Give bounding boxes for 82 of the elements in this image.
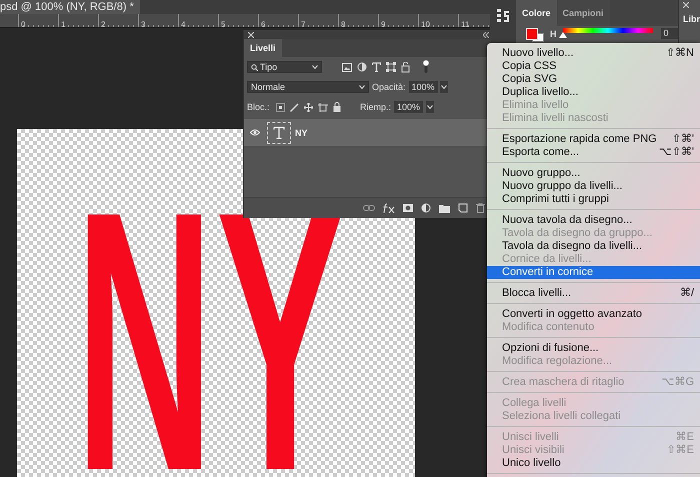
layer-name: NY xyxy=(295,128,308,138)
folder-icon[interactable] xyxy=(439,204,450,212)
shortcut-label: ⇧⌘' xyxy=(672,133,694,146)
menu-item[interactable]: Comprimi tutti i gruppi xyxy=(487,193,700,206)
checker-icon[interactable] xyxy=(276,102,285,112)
panel-tab[interactable]: Campioni xyxy=(556,0,610,26)
hue-label: H xyxy=(550,28,556,40)
color-swatch[interactable] xyxy=(526,28,544,42)
caret-icon xyxy=(427,105,433,109)
menu-item[interactable]: Converti in oggetto avanzato xyxy=(487,308,700,321)
close-icon[interactable] xyxy=(683,2,689,8)
image-icon[interactable] xyxy=(342,62,352,72)
fill-field[interactable]: 100% xyxy=(394,101,423,113)
smart-object-icon[interactable] xyxy=(401,62,410,72)
menu-item[interactable]: Esporta come... ⌥⇧⌘' xyxy=(487,146,700,159)
caret-icon xyxy=(440,85,447,89)
toggle-icon[interactable] xyxy=(423,60,429,74)
opacity-field[interactable]: 100% xyxy=(408,81,438,93)
caret-icon xyxy=(359,85,365,89)
collapse-icon[interactable] xyxy=(483,32,489,38)
menu-item[interactable]: Duplica livello... xyxy=(487,86,700,99)
ruler-label: 11 xyxy=(460,20,470,30)
ruler-label: 10 xyxy=(420,20,430,30)
caret-icon xyxy=(312,65,318,69)
menu-item[interactable]: Converti in cornice xyxy=(487,266,700,279)
menu-item[interactable]: Copia SVG xyxy=(487,73,700,86)
ruler-label: 3 xyxy=(140,20,146,30)
opacity-dropdown[interactable] xyxy=(440,81,448,93)
menu-item[interactable]: Opzioni di fusione... xyxy=(487,342,700,355)
shortcut-label: ⌘/ xyxy=(680,287,694,300)
menu-item[interactable]: Copia CSS xyxy=(487,60,700,73)
panel-tab[interactable]: Livelli xyxy=(244,39,282,57)
ruler-label: 2 xyxy=(100,20,106,30)
menu-item[interactable]: Unico livello xyxy=(487,457,700,470)
document-tab[interactable]: psd @ 100% (NY, RGB/8) * xyxy=(0,0,140,14)
shortcut-label: ⌥⇧⌘' xyxy=(658,146,694,159)
ruler-label: 8 xyxy=(340,20,346,30)
menu-item[interactable]: Nuovo gruppo... xyxy=(487,167,700,180)
link-icon[interactable] xyxy=(363,205,375,211)
filter-dropdown[interactable]: Tipo xyxy=(247,61,322,73)
ruler-label: 7 xyxy=(300,20,306,30)
blend-mode-dropdown[interactable]: Normale xyxy=(247,81,369,93)
brush-icon[interactable] xyxy=(290,102,299,112)
shortcut-label: ⌘E xyxy=(676,431,694,444)
menu-item[interactable]: Nuova tavola da disegno... xyxy=(487,214,700,227)
fill-dropdown[interactable] xyxy=(426,101,434,113)
shortcut-label: ⇧⌘E xyxy=(666,444,694,457)
ruler-label: 9 xyxy=(380,20,386,30)
ruler-label: 0 xyxy=(20,20,26,30)
search-icon xyxy=(251,64,258,70)
half-circle-icon[interactable] xyxy=(357,62,367,72)
type-icon xyxy=(273,126,285,139)
panel-tab[interactable]: Libr xyxy=(683,14,700,24)
new-layer-icon[interactable] xyxy=(458,203,468,213)
opacity-label: Opacità: xyxy=(372,82,406,92)
artboard-icon[interactable] xyxy=(318,102,328,112)
canvas-text: NY xyxy=(75,157,346,477)
panel-tab[interactable]: Colore xyxy=(516,0,557,26)
menu-item[interactable]: Nuovo livello... ⇧⌘N xyxy=(487,47,700,60)
hue-field[interactable]: 0 xyxy=(661,28,678,39)
type-icon[interactable] xyxy=(372,62,381,72)
lock-icon[interactable] xyxy=(332,102,341,112)
ruler-label: 6 xyxy=(260,20,266,30)
trash-icon[interactable] xyxy=(476,203,485,213)
adjustment-icon[interactable] xyxy=(421,203,431,213)
close-icon[interactable] xyxy=(248,32,254,38)
history-icon[interactable] xyxy=(496,8,510,24)
shortcut-label: ⌥⌘G xyxy=(661,376,694,389)
menu-item[interactable]: Tavola da disegno da livelli... xyxy=(487,240,700,253)
fx-icon[interactable] xyxy=(383,203,395,213)
eye-icon[interactable] xyxy=(250,129,260,136)
mask-icon[interactable] xyxy=(403,204,413,212)
menu-item[interactable]: Nuovo gruppo da livelli... xyxy=(487,180,700,193)
move-icon[interactable] xyxy=(304,102,313,112)
lock-label: Bloc.: xyxy=(247,102,270,112)
ruler-label: 1 xyxy=(60,20,66,30)
fill-label: Riemp.: xyxy=(360,102,391,112)
ruler-label: 4 xyxy=(180,20,186,30)
shortcut-label: ⇧⌘N xyxy=(666,47,694,60)
menu-item[interactable]: Blocca livelli... ⌘/ xyxy=(487,287,700,300)
ruler-label: 5 xyxy=(220,20,226,30)
transform-icon[interactable] xyxy=(386,62,396,72)
